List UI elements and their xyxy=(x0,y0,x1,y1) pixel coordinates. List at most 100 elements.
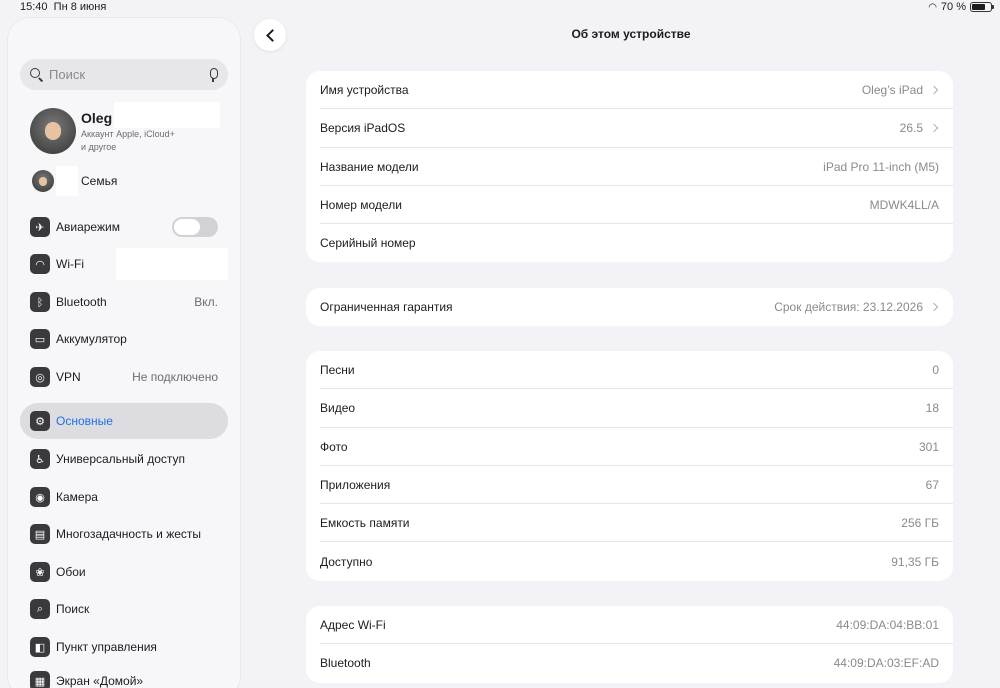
sidebar-item-wallpaper[interactable]: ❀ Обои xyxy=(20,554,228,590)
page-title: Об этом устройстве xyxy=(571,27,691,41)
row-value: iPad Pro 11-inch (M5) xyxy=(823,159,939,174)
redaction-mask xyxy=(56,166,78,196)
camera-icon: ◉ xyxy=(30,487,50,507)
row-label: Фото xyxy=(320,439,348,454)
redaction-mask xyxy=(116,248,228,280)
sidebar-item-wifi[interactable]: ◠ Wi-Fi xyxy=(20,246,228,282)
avatar xyxy=(30,108,76,154)
capacity-row: Емкость памяти 256 ГБ xyxy=(306,504,953,543)
row-value: 91,35 ГБ xyxy=(891,554,939,569)
row-value: 18 xyxy=(925,401,939,416)
row-value: 256 ГБ xyxy=(901,516,939,531)
chevron-right-icon xyxy=(929,85,939,95)
sidebar-item-bluetooth[interactable]: ᛒ Bluetooth Вкл. xyxy=(20,284,228,320)
battery-icon: ▭ xyxy=(30,329,50,349)
gear-icon: ⚙ xyxy=(30,411,50,431)
sidebar-item-label: Основные xyxy=(56,414,113,428)
battery-status-icon xyxy=(970,2,994,12)
row-label: Серийный номер xyxy=(320,236,416,251)
sidebar-item-label: Bluetooth xyxy=(56,295,107,309)
sidebar-item-multitasking[interactable]: ▤ Многозадачность и жесты xyxy=(20,516,228,552)
apple-account-profile[interactable]: Oleg Аккаунт Apple, iCloud+ и другое xyxy=(30,102,230,158)
status-right: ◠ 70 % xyxy=(928,1,994,13)
search-icon xyxy=(30,68,43,81)
row-value: 26.5 xyxy=(899,121,923,136)
row-value: 44:09:DA:04:BB:01 xyxy=(836,618,939,633)
apps-row: Приложения 67 xyxy=(306,466,953,505)
bluetooth-icon: ᛒ xyxy=(30,292,50,312)
row-label: Название модели xyxy=(320,159,419,174)
row-label: Видео xyxy=(320,401,356,416)
sidebar-item-home-screen[interactable]: ▦ Экран «Домой» xyxy=(20,663,228,688)
videos-row: Видео 18 xyxy=(306,389,953,428)
sidebar-item-battery[interactable]: ▭ Аккумулятор xyxy=(20,321,228,357)
network-group: Адрес Wi-Fi 44:09:DA:04:BB:01 Bluetooth … xyxy=(306,606,953,683)
chevron-left-icon xyxy=(265,28,279,42)
airplane-mode-toggle[interactable] xyxy=(172,217,218,237)
search-placeholder: Поиск xyxy=(49,67,86,82)
wifi-status-icon: ◠ xyxy=(928,1,937,13)
search-icon: ⌕ xyxy=(30,599,50,619)
row-label: Емкость памяти xyxy=(320,516,410,531)
control-center-icon: ◧ xyxy=(30,637,50,657)
sidebar-item-camera[interactable]: ◉ Камера xyxy=(20,479,228,515)
row-label: Адрес Wi-Fi xyxy=(320,618,386,633)
sidebar-item-control-center[interactable]: ◧ Пункт управления xyxy=(20,629,228,665)
sidebar-item-label: Wi-Fi xyxy=(56,257,84,271)
sidebar-item-label: Камера xyxy=(56,490,98,504)
row-label: Приложения xyxy=(320,478,391,493)
bluetooth-address-row: Bluetooth 44:09:DA:03:EF:AD xyxy=(306,644,953,682)
sidebar-item-search[interactable]: ⌕ Поиск xyxy=(20,591,228,627)
sidebar-item-label: Универсальный доступ xyxy=(56,452,186,466)
row-label: Номер модели xyxy=(320,198,402,213)
row-value: 67 xyxy=(925,478,939,493)
chevron-right-icon xyxy=(929,302,939,312)
sidebar-item-label: Аккумулятор xyxy=(56,332,127,346)
chevron-right-icon xyxy=(929,124,939,133)
sidebar-item-label: VPN xyxy=(56,370,81,384)
row-value: Срок действия: 23.12.2026 xyxy=(774,300,923,315)
sidebar-item-value: Вкл. xyxy=(194,295,218,309)
multitasking-icon: ▤ xyxy=(30,524,50,544)
airplane-icon: ✈ xyxy=(30,217,50,237)
sidebar-item-general[interactable]: ⚙ Основные xyxy=(20,403,228,439)
row-label: Bluetooth xyxy=(320,656,371,671)
sidebar-item-value: Не подключено xyxy=(132,370,218,384)
sidebar-item-label: Поиск xyxy=(56,602,90,616)
wifi-address-row: Адрес Wi-Fi 44:09:DA:04:BB:01 xyxy=(306,606,953,645)
row-label: Имя устройства xyxy=(320,83,409,98)
battery-percent: 70 % xyxy=(940,1,966,13)
warranty-row[interactable]: Ограниченная гарантия Срок действия: 23.… xyxy=(306,288,953,326)
model-name-row: Название модели iPad Pro 11-inch (M5) xyxy=(306,148,953,187)
sidebar-item-vpn[interactable]: ◎ VPN Не подключено xyxy=(20,359,228,395)
row-label: Песни xyxy=(320,363,355,378)
globe-icon: ◎ xyxy=(30,367,50,387)
warranty-group: Ограниченная гарантия Срок действия: 23.… xyxy=(306,288,953,327)
serial-number-row: Серийный номер xyxy=(306,224,953,262)
sidebar-item-label: Экран «Домой» xyxy=(56,674,144,688)
search-field[interactable]: Поиск xyxy=(20,59,228,90)
model-number-row[interactable]: Номер модели MDWK4LL/A xyxy=(306,186,953,225)
row-label: Версия iPadOS xyxy=(320,121,406,136)
back-button[interactable] xyxy=(254,19,286,51)
wallpaper-icon: ❀ xyxy=(30,562,50,582)
row-value: 44:09:DA:03:EF:AD xyxy=(833,656,939,671)
sidebar: Поиск Oleg Аккаунт Apple, iCloud+ и друго… xyxy=(8,18,240,688)
sidebar-item-accessibility[interactable]: ♿ Универсальный доступ xyxy=(20,441,228,477)
row-value: MDWK4LL/A xyxy=(869,198,939,213)
family-avatar xyxy=(32,170,54,192)
sidebar-item-airplane-mode[interactable]: ✈ Авиарежим xyxy=(20,209,228,245)
ipados-version-row[interactable]: Версия iPadOS 26.5 xyxy=(306,109,953,148)
device-info-group: Имя устройства Oleg’s iPad Версия iPadOS… xyxy=(306,71,953,263)
accessibility-icon: ♿ xyxy=(30,449,50,469)
photos-row: Фото 301 xyxy=(306,428,953,467)
device-name-row[interactable]: Имя устройства Oleg’s iPad xyxy=(306,71,953,110)
microphone-icon[interactable] xyxy=(208,67,218,82)
profile-name: Oleg xyxy=(81,110,113,126)
sidebar-item-label: Авиарежим xyxy=(56,220,120,234)
sidebar-item-label: Многозадачность и жесты xyxy=(56,527,202,541)
home-screen-icon: ▦ xyxy=(30,671,50,688)
profile-subtitle: Аккаунт Apple, iCloud+ и другое xyxy=(81,129,175,152)
family-item[interactable]: Семья xyxy=(30,166,230,196)
row-label: Доступно xyxy=(320,554,373,569)
